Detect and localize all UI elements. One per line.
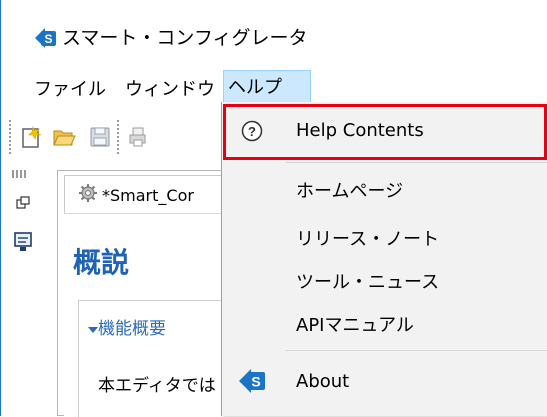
menu-window[interactable]: ウィンドウ xyxy=(125,75,215,105)
new-file-icon[interactable] xyxy=(20,125,44,149)
menu-item-homepage[interactable]: ホームページ xyxy=(296,179,403,205)
menu-separator xyxy=(285,350,547,351)
menu-separator xyxy=(285,162,547,163)
window-title: スマート・コンフィグレータ xyxy=(62,27,308,49)
menu-item-api-manual[interactable]: APIマニュアル xyxy=(296,313,414,339)
svg-text:S: S xyxy=(44,32,52,46)
app-logo-icon: S xyxy=(33,26,57,50)
save-icon[interactable] xyxy=(88,125,112,149)
page-title: 概説 xyxy=(73,246,130,279)
menu-file[interactable]: ファイル xyxy=(34,75,106,105)
menu-item-help-contents[interactable]: Help Contents xyxy=(296,118,424,144)
print-icon[interactable] xyxy=(127,125,151,149)
editor-tab-label: *Smart_Cor xyxy=(102,186,194,205)
trim-grip[interactable] xyxy=(12,170,26,178)
menu-item-tool-news[interactable]: ツール・ニュース xyxy=(296,270,439,296)
toolbar-separator xyxy=(117,120,119,154)
toolbar-grip[interactable] xyxy=(9,120,11,154)
gear-icon xyxy=(79,184,97,202)
app-logo-icon: S xyxy=(239,369,265,393)
restore-icon[interactable] xyxy=(16,196,30,210)
menu-help[interactable]: ヘルプ xyxy=(223,70,311,103)
collapse-arrow-icon[interactable] xyxy=(88,327,98,333)
svg-text:?: ? xyxy=(248,124,256,139)
svg-text:S: S xyxy=(251,374,260,390)
menu-item-about[interactable]: About xyxy=(296,369,349,395)
section-body-text: 本エディタでは xyxy=(98,376,216,396)
menu-item-release-notes[interactable]: リリース・ノート xyxy=(296,227,439,253)
section-title[interactable]: 機能概要 xyxy=(98,317,166,341)
open-folder-icon[interactable] xyxy=(52,125,76,149)
console-view-icon[interactable] xyxy=(14,232,32,252)
help-circle-icon: ? xyxy=(241,120,263,142)
